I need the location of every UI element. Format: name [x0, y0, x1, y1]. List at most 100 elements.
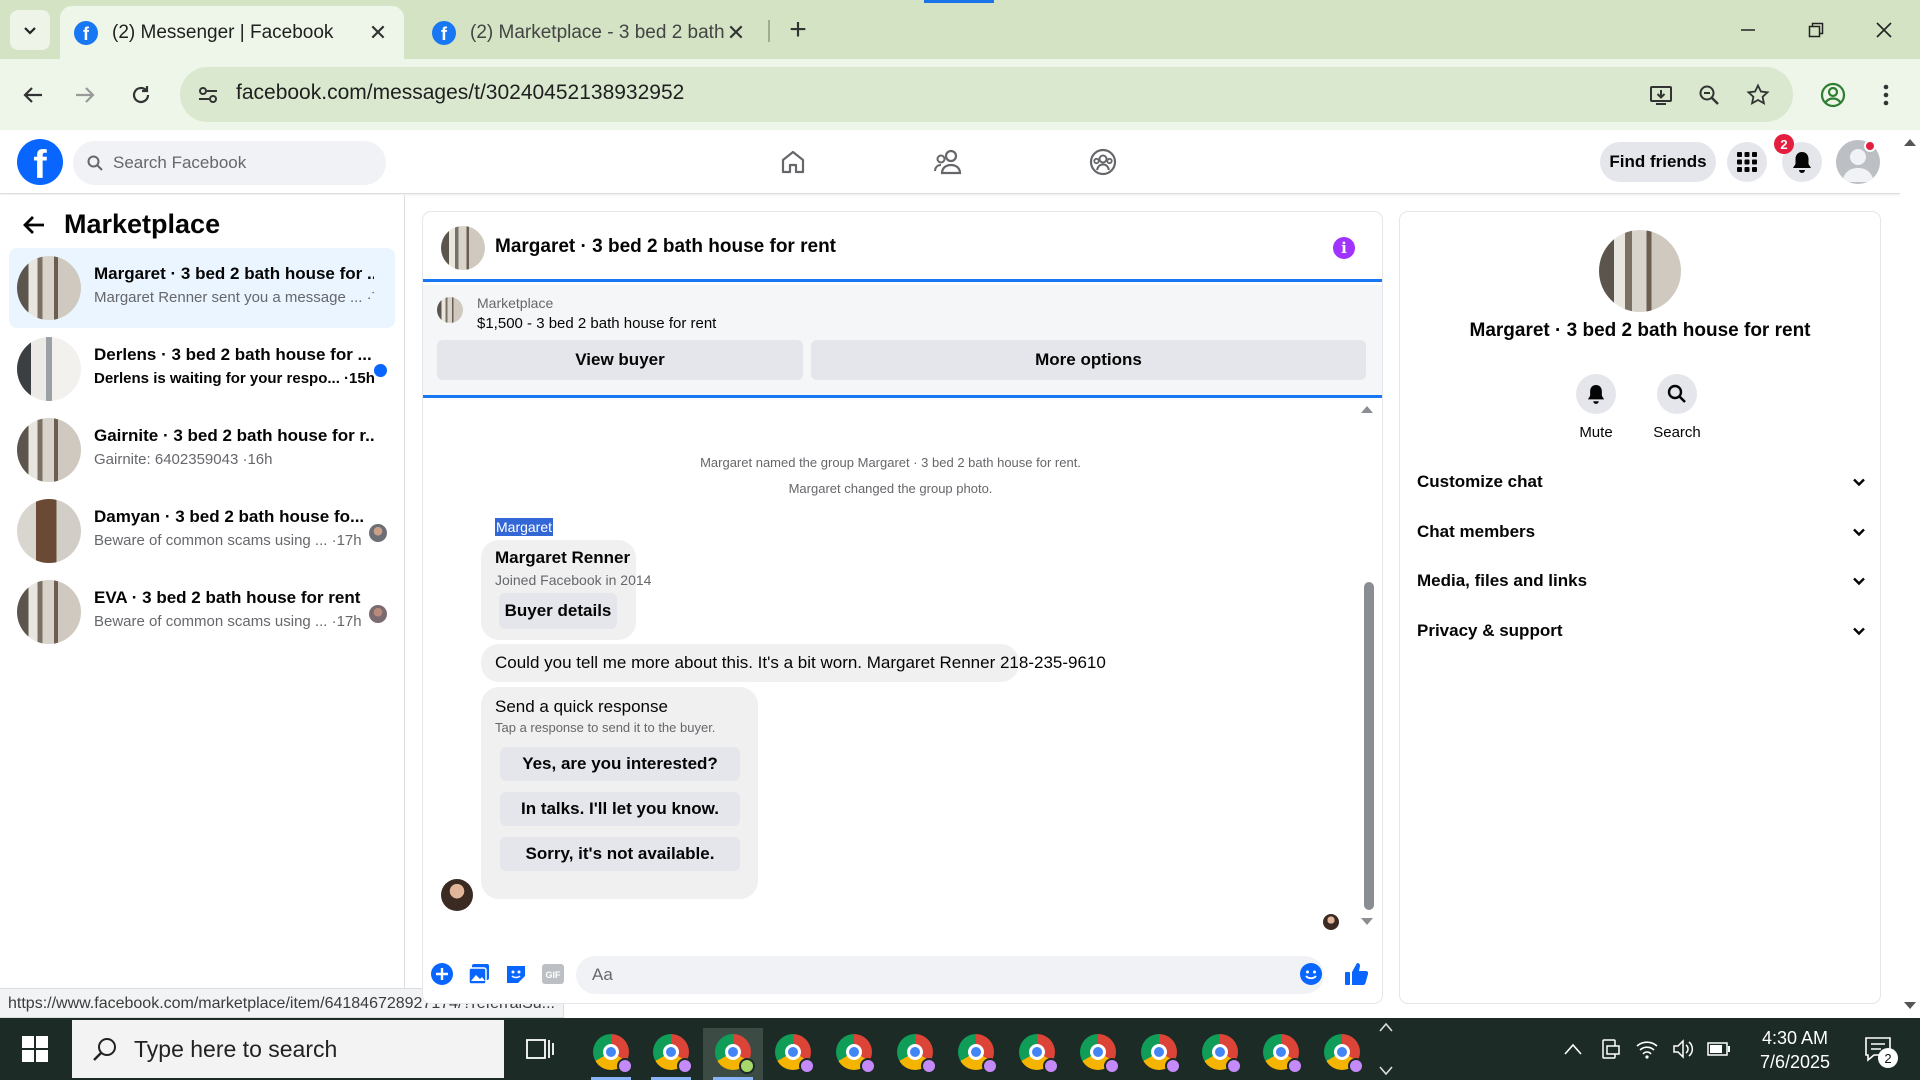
close-tab-icon[interactable]: ✕ [366, 20, 390, 46]
start-button[interactable] [0, 1018, 70, 1080]
clock-time: 4:30 AM [1761, 1028, 1829, 1048]
gif-icon[interactable]: GIF [540, 961, 566, 987]
taskbar-chrome-app[interactable] [581, 1028, 641, 1080]
facebook-search-input[interactable]: Search Facebook [73, 141, 386, 185]
chrome-icon [1202, 1034, 1242, 1074]
restore-button[interactable] [1782, 0, 1850, 59]
gif-label: GIF [546, 970, 562, 980]
customize-chat-section[interactable]: Customize chat [1417, 462, 1867, 502]
taskbar-chrome-app[interactable] [1007, 1028, 1067, 1080]
media-files-links-section[interactable]: Media, files and links [1417, 561, 1867, 601]
reload-button[interactable] [121, 75, 161, 115]
conversation-item[interactable]: Damyan · 3 bed 2 bath house fo... Beware… [9, 491, 395, 571]
forward-button[interactable] [65, 75, 105, 115]
tab-messenger[interactable]: f (2) Messenger | Facebook ✕ [60, 6, 404, 59]
page-scrollbar[interactable] [1900, 130, 1920, 1018]
show-hidden-icons-button[interactable] [1560, 1036, 1586, 1062]
sticker-icon[interactable] [503, 961, 529, 987]
more-options-button[interactable]: More options [811, 340, 1366, 380]
marketplace-listing-banner: Marketplace $1,500 - 3 bed 2 bath house … [423, 285, 1382, 398]
minimize-button[interactable] [1714, 0, 1782, 59]
quick-response-title: Send a quick response [495, 697, 668, 716]
emoji-icon[interactable] [1298, 961, 1324, 987]
chat-title[interactable]: Margaret · 3 bed 2 bath house for rent [495, 236, 836, 258]
quick-response-option[interactable]: Sorry, it's not available. [500, 837, 740, 871]
taskbar-chrome-app[interactable] [1251, 1028, 1311, 1080]
info-icon[interactable]: i [1333, 237, 1355, 259]
back-arrow-icon[interactable] [22, 214, 46, 236]
taskbar-chrome-app[interactable] [1190, 1028, 1250, 1080]
listing-title[interactable]: $1,500 - 3 bed 2 bath house for rent [477, 315, 716, 332]
mute-button[interactable]: Mute [1556, 374, 1636, 441]
tab-search-button[interactable] [10, 10, 50, 50]
battery-icon[interactable] [1706, 1036, 1732, 1062]
sender-avatar[interactable] [441, 879, 473, 911]
taskbar-clock[interactable]: 4:30 AM 7/6/2025 [1740, 1026, 1850, 1074]
install-app-icon[interactable] [1647, 81, 1675, 109]
read-receipt-avatar [1323, 914, 1339, 930]
taskbar-chrome-app[interactable] [703, 1028, 763, 1080]
photo-icon[interactable] [466, 961, 492, 987]
notification-center-button[interactable]: 2 [1856, 1032, 1900, 1068]
taskbar-chrome-app[interactable] [824, 1028, 884, 1080]
group-avatar[interactable] [1599, 230, 1681, 312]
listing-thumbnail[interactable] [437, 297, 463, 323]
taskbar-scroll-buttons[interactable] [1378, 1022, 1394, 1076]
taskbar-chrome-app[interactable] [1312, 1028, 1372, 1080]
scroll-down-icon[interactable] [1360, 917, 1374, 927]
message-composer: GIF Aa [423, 947, 1382, 1003]
close-window-button[interactable] [1850, 0, 1918, 59]
conversation-item[interactable]: Margaret · 3 bed 2 bath house for ... Ma… [9, 248, 395, 328]
chat-panel: Margaret · 3 bed 2 bath house for rent i… [423, 212, 1382, 1003]
privacy-support-section[interactable]: Privacy & support [1417, 611, 1867, 651]
bookmark-star-icon[interactable] [1744, 81, 1772, 109]
scroll-up-icon[interactable] [1360, 404, 1374, 414]
taskbar-chrome-app[interactable] [641, 1028, 701, 1080]
site-info-icon[interactable] [194, 81, 222, 109]
meet-now-icon[interactable] [1597, 1036, 1623, 1062]
groups-nav-button[interactable] [1071, 142, 1135, 182]
buyer-details-button[interactable]: Buyer details [499, 593, 617, 629]
network-icon[interactable] [1634, 1036, 1660, 1062]
friends-nav-button[interactable] [916, 142, 980, 182]
volume-icon[interactable] [1671, 1036, 1697, 1062]
search-conversation-button[interactable]: Search [1637, 374, 1717, 441]
menu-button[interactable] [1727, 142, 1767, 182]
conversation-item[interactable]: Derlens · 3 bed 2 bath house for ... Der… [9, 329, 395, 409]
conversation-item[interactable]: Gairnite · 3 bed 2 bath house for r... G… [9, 410, 395, 490]
chat-scroll-thumb[interactable] [1364, 582, 1374, 910]
taskbar-chrome-app[interactable] [763, 1028, 823, 1080]
home-icon [781, 150, 805, 174]
close-tab-icon[interactable]: ✕ [724, 20, 748, 46]
conversation-name: EVA · 3 bed 2 bath house for rent [94, 588, 361, 607]
taskbar-chrome-app[interactable] [1129, 1028, 1189, 1080]
task-view-button[interactable] [520, 1033, 560, 1065]
browser-menu-button[interactable] [1866, 75, 1906, 115]
back-button[interactable] [13, 75, 53, 115]
quick-response-option[interactable]: Yes, are you interested? [500, 747, 740, 781]
groups-icon [1089, 148, 1117, 176]
taskbar-chrome-app[interactable] [1068, 1028, 1128, 1080]
taskbar-chrome-app[interactable] [946, 1028, 1006, 1080]
message-input-placeholder: Aa [592, 965, 613, 984]
profile-button[interactable] [1813, 75, 1853, 115]
taskbar-search-input[interactable]: Type here to search [72, 1020, 504, 1078]
seen-avatar [369, 605, 387, 623]
plus-icon[interactable] [429, 961, 455, 987]
zoom-icon[interactable] [1695, 81, 1723, 109]
home-nav-button[interactable] [761, 142, 825, 182]
message-text: Could you tell me more about this. It's … [495, 653, 1106, 672]
new-tab-button[interactable]: + [780, 12, 816, 48]
facebook-logo-icon[interactable]: f [17, 139, 63, 185]
message-input[interactable]: Aa [576, 956, 1324, 994]
find-friends-button[interactable]: Find friends [1600, 142, 1716, 182]
chat-members-section[interactable]: Chat members [1417, 512, 1867, 552]
quick-response-option[interactable]: In talks. I'll let you know. [500, 792, 740, 826]
conversation-item[interactable]: EVA · 3 bed 2 bath house for rent Beware… [9, 572, 395, 652]
chat-avatar[interactable] [441, 226, 485, 270]
view-buyer-button[interactable]: View buyer [437, 340, 803, 380]
address-bar[interactable]: facebook.com/messages/t/3024045213893295… [180, 67, 1793, 122]
tab-marketplace[interactable]: f (2) Marketplace - 3 bed 2 bath h ✕ [418, 6, 762, 59]
like-icon[interactable] [1343, 961, 1369, 987]
taskbar-chrome-app[interactable] [885, 1028, 945, 1080]
